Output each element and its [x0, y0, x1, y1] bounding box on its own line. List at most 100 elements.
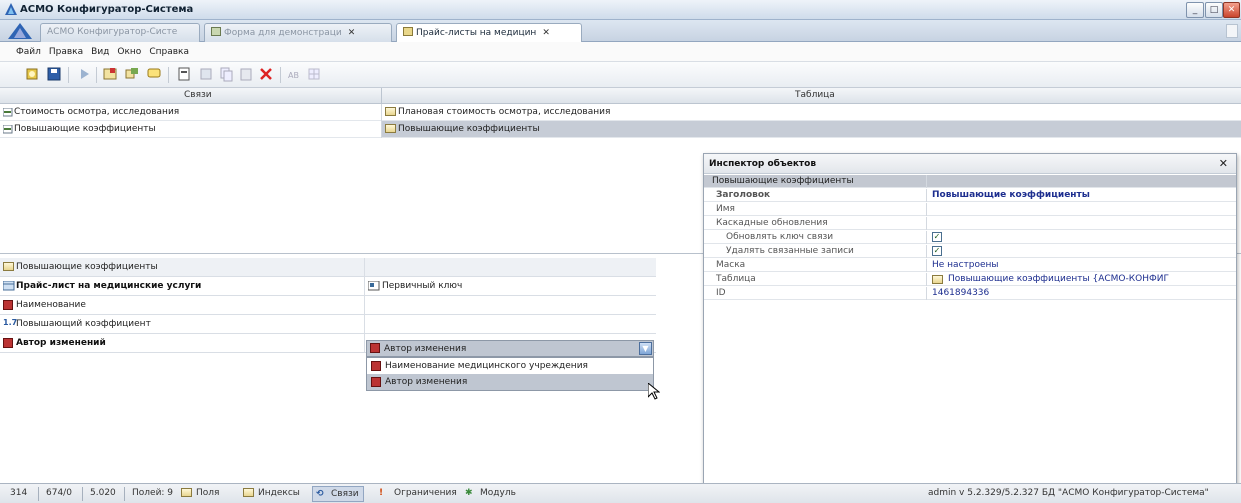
field-label: Прайс-лист на медицинские услуги — [16, 281, 202, 291]
tab-label: Прайс-листы на медицин — [416, 28, 537, 38]
field-type-icon — [3, 300, 13, 310]
field-match-combobox[interactable]: Автор изменения ▼ — [366, 340, 654, 357]
link-icon[interactable] — [122, 66, 142, 84]
tab-configurator[interactable]: АСМО Конфигуратор-Систе — [40, 23, 200, 42]
field-row[interactable]: Наименование — [0, 296, 656, 315]
mouse-cursor-icon — [647, 381, 661, 404]
tab-scroll-button[interactable] — [1226, 24, 1238, 38]
run-icon[interactable] — [74, 66, 94, 84]
tab-relations[interactable]: ⟲ Связи — [312, 486, 364, 502]
property-row[interactable]: Удалять связанные записи ✓ — [704, 245, 1236, 258]
field-row[interactable]: Прайс-лист на медицинские услуги Первичн… — [0, 277, 656, 296]
module-icon: ✱ — [465, 488, 473, 498]
menu-help[interactable]: Справка — [145, 42, 193, 57]
property-value[interactable]: Повышающие коэффициенты {АСМО-КОНФИГ — [932, 274, 1232, 284]
dropdown-option[interactable]: Наименование медицинского учреждения — [367, 358, 653, 374]
linked-table-icon — [2, 280, 15, 294]
property-value[interactable]: 1461894336 — [932, 288, 1232, 298]
property-name: Обновлять ключ связи — [726, 232, 834, 242]
close-tab-icon[interactable]: ✕ — [542, 28, 550, 38]
checkbox-delete-related[interactable]: ✓ — [932, 246, 942, 256]
find-icon[interactable]: AB — [284, 66, 304, 84]
field-group-label: Повышающие коэффициенты — [16, 262, 158, 272]
tab-module[interactable]: ✱ Модуль — [462, 486, 520, 502]
constraints-icon: ! — [379, 488, 384, 498]
table-icon — [932, 275, 943, 284]
property-row[interactable]: ID 1461894336 — [704, 287, 1236, 300]
delete-icon[interactable] — [256, 66, 276, 84]
option-label: Наименование медицинского учреждения — [385, 361, 588, 371]
inspector-header: Инспектор объектов ✕ — [704, 154, 1236, 174]
title-bar: АСМО Конфигуратор-Система _ □ ✕ — [0, 0, 1241, 20]
fields-icon — [181, 488, 192, 497]
status-value: 5.020 — [90, 488, 116, 498]
menu-window[interactable]: Окно — [113, 42, 145, 57]
menu-file[interactable]: Файл — [0, 42, 45, 57]
checkbox-update-key[interactable]: ✓ — [932, 232, 942, 242]
comment-icon[interactable] — [144, 66, 164, 84]
copy-icon[interactable] — [216, 66, 236, 84]
copy-table-icon[interactable] — [196, 66, 216, 84]
field-group-header[interactable]: Повышающие коэффициенты — [0, 258, 656, 277]
inspector-title: Инспектор объектов — [709, 159, 817, 169]
grid-icon[interactable] — [304, 66, 324, 84]
close-window-button[interactable]: ✕ — [1223, 2, 1240, 18]
tab-indexes[interactable]: Индексы — [240, 486, 304, 502]
property-row[interactable]: Таблица Повышающие коэффициенты {АСМО-КО… — [704, 273, 1236, 286]
save-icon[interactable] — [44, 66, 64, 84]
schema-icon — [403, 27, 413, 36]
toolbar: AB — [0, 62, 1241, 88]
tab-price-lists[interactable]: Прайс-листы на медицин ✕ — [396, 23, 582, 43]
app-logo-icon — [8, 23, 34, 42]
form-icon — [211, 27, 221, 36]
relation-row[interactable]: Стоимость осмотра, исследования Плановая… — [0, 104, 1241, 121]
field-row[interactable]: 1.7 Повышающий коэффициент — [0, 315, 656, 334]
inspector-object-row[interactable]: Повышающие коэффициенты — [704, 175, 1236, 188]
pin-icon[interactable] — [22, 66, 42, 84]
column-header-relations[interactable]: Связи — [184, 90, 212, 100]
inspector-object-name: Повышающие коэффициенты — [712, 176, 854, 186]
column-header-table[interactable]: Таблица — [795, 90, 835, 100]
relation-source: Стоимость осмотра, исследования — [14, 107, 180, 117]
tab-demo-form[interactable]: Форма для демонстраци ✕ — [204, 23, 392, 42]
menu-edit[interactable]: Правка — [45, 42, 87, 57]
field-type-icon — [3, 338, 13, 348]
field-type-icon — [371, 377, 381, 387]
field-icon[interactable] — [174, 66, 194, 84]
menu-view[interactable]: Вид — [87, 42, 113, 57]
table-icon — [385, 124, 396, 133]
dropdown-option[interactable]: Автор изменения — [367, 374, 653, 390]
tab-constraints[interactable]: ! Ограничения — [376, 486, 461, 502]
chevron-down-icon[interactable]: ▼ — [639, 342, 652, 355]
object-inspector-panel: Инспектор объектов ✕ Повышающие коэффици… — [703, 153, 1237, 491]
property-value[interactable]: Повышающие коэффициенты — [932, 190, 1232, 200]
tab-fields[interactable]: Поля — [178, 486, 223, 502]
minimize-button[interactable]: _ — [1186, 2, 1204, 18]
combobox-dropdown-list: Наименование медицинского учреждения Авт… — [366, 357, 654, 391]
field-label: Повышающий коэффициент — [16, 319, 151, 329]
property-row[interactable]: Обновлять ключ связи ✓ — [704, 231, 1236, 244]
tab-label: Ограничения — [394, 488, 457, 498]
table-icon[interactable] — [100, 66, 120, 84]
close-icon[interactable]: ✕ — [1219, 157, 1228, 170]
table-icon — [3, 262, 14, 271]
maximize-button[interactable]: □ — [1205, 2, 1223, 18]
status-bar: 314 674/0 5.020 Полей: 9 Поля Индексы ⟲ С… — [0, 483, 1241, 503]
property-value[interactable]: Не настроены — [932, 260, 1232, 270]
field-value: Первичный ключ — [382, 281, 463, 291]
property-row[interactable]: Имя — [704, 203, 1236, 216]
close-tab-icon[interactable]: ✕ — [348, 28, 356, 38]
property-row[interactable]: Каскадные обновления — [704, 217, 1236, 230]
field-type-icon — [370, 343, 380, 353]
property-row[interactable]: Маска Не настроены — [704, 259, 1236, 272]
property-name: Заголовок — [716, 190, 771, 200]
tab-label: Поля — [196, 488, 220, 498]
tab-label: Модуль — [480, 488, 516, 498]
relation-row[interactable]: Повышающие коэффициенты Повышающие коэфф… — [0, 121, 1241, 138]
relation-target: Плановая стоимость осмотра, исследования — [398, 107, 611, 117]
paste-icon[interactable] — [236, 66, 256, 84]
table-icon — [385, 107, 396, 116]
tab-label: Форма для демонстраци — [224, 28, 342, 38]
relation-icon — [2, 107, 13, 120]
property-row[interactable]: Заголовок Повышающие коэффициенты — [704, 189, 1236, 202]
